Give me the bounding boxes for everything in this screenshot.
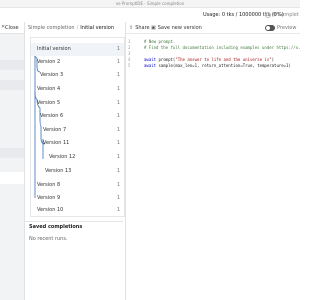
- line-number: 1: [128, 39, 131, 44]
- version-label: Version 12: [49, 154, 76, 160]
- save-version-label: Save new version: [157, 25, 202, 31]
- version-item-initial[interactable]: Initial version 1: [31, 43, 124, 56]
- version-count: 1: [116, 195, 120, 201]
- breadcrumb-separator: /: [76, 25, 79, 31]
- left-panel-row[interactable]: [0, 60, 24, 70]
- version-label: Version 5: [37, 100, 61, 106]
- version-count: 1: [116, 46, 120, 52]
- version-tree: Initial version 1 Version 2 1 Version 3 …: [30, 37, 125, 217]
- version-item[interactable]: Version 9 1: [31, 192, 124, 205]
- save-version-button[interactable]: ▣ Save new version: [151, 25, 202, 31]
- editor-gutter: [126, 34, 138, 300]
- saved-completions-header: Saved completions: [25, 221, 123, 231]
- code-text: ): [271, 57, 275, 62]
- breadcrumb-parent[interactable]: Simple completion: [28, 25, 75, 31]
- left-panel-row[interactable]: [0, 148, 24, 158]
- share-button[interactable]: ⇪ Share: [129, 25, 150, 31]
- save-icon: ▣: [151, 25, 156, 31]
- version-item[interactable]: Version 10 1: [31, 205, 124, 216]
- version-label: Version 11: [43, 140, 70, 146]
- preview-label: Preview: [277, 25, 297, 31]
- code-line-5: await sample(max_len=1, return_attention…: [144, 63, 291, 68]
- version-count: 1: [116, 100, 120, 106]
- breadcrumb-current: Initial version: [80, 25, 114, 31]
- version-label: Initial version: [37, 46, 71, 52]
- version-label: Version 10: [37, 207, 64, 213]
- line-number: 2: [128, 45, 131, 50]
- version-count: 1: [116, 59, 120, 65]
- version-label: Version 4: [37, 86, 61, 92]
- window-title: ve PromptIDE - Simple completion: [115, 1, 185, 6]
- code-line-2: # Find the full documentation including …: [144, 45, 301, 50]
- window-titlebar: ve PromptIDE - Simple completion: [0, 0, 300, 8]
- version-count: 1: [116, 127, 120, 133]
- breadcrumb: Simple completion / Initial version: [25, 22, 123, 34]
- version-label: Version 7: [43, 127, 67, 133]
- close-button[interactable]: ✕ Close: [0, 22, 24, 34]
- line-number: 3: [128, 51, 131, 56]
- status-spinner-icon: [265, 12, 271, 18]
- version-label: Version 2: [37, 59, 61, 65]
- version-count: 1: [116, 72, 120, 78]
- version-item[interactable]: Version 2 1: [31, 56, 124, 69]
- preview-toggle[interactable]: [265, 25, 275, 31]
- code-editor[interactable]: [126, 34, 300, 300]
- usage-indicator: Usage: 0 tks / 1000000 tks (0%): [203, 12, 284, 18]
- completion-status: 0 Complet: [273, 12, 299, 18]
- version-count: 1: [116, 168, 120, 174]
- version-item[interactable]: Version 11 1: [31, 137, 124, 150]
- left-panel: [0, 22, 24, 300]
- version-count: 1: [116, 154, 120, 160]
- code-line-1: # New prompt.: [144, 39, 176, 44]
- panel-divider: [24, 22, 25, 300]
- code-text: sample(max_len=1, return_attention=True,…: [156, 63, 291, 68]
- saved-completions-empty: No recent runs.: [29, 236, 68, 242]
- version-item[interactable]: Version 13 1: [31, 165, 124, 178]
- version-item[interactable]: Version 6 1: [31, 110, 124, 123]
- version-item[interactable]: Version 7 1: [31, 124, 124, 137]
- version-count: 1: [116, 86, 120, 92]
- version-item[interactable]: Version 5 1: [31, 97, 124, 110]
- version-item[interactable]: Version 3 1: [31, 69, 124, 82]
- code-line-4: await prompt("The answer to life and the…: [144, 57, 274, 62]
- code-text: prompt(: [156, 57, 176, 62]
- close-label: Close: [5, 25, 19, 31]
- version-count: 1: [116, 207, 120, 213]
- version-count: 1: [116, 182, 120, 188]
- version-label: Version 13: [45, 168, 72, 174]
- version-item[interactable]: Version 12 1: [31, 151, 124, 164]
- line-number: 4: [128, 57, 131, 62]
- share-label: Share: [135, 25, 150, 31]
- left-panel-row[interactable]: [0, 80, 24, 90]
- version-label: Version 9: [37, 195, 61, 201]
- version-count: 1: [116, 113, 120, 119]
- line-number: 5: [128, 63, 131, 68]
- version-item[interactable]: Version 8 1: [31, 179, 124, 192]
- version-count: 1: [116, 140, 120, 146]
- version-label: Version 6: [40, 113, 64, 119]
- code-string: "The answer to life and the universe is": [175, 57, 272, 62]
- left-panel-row-selected[interactable]: [0, 172, 24, 184]
- share-icon: ⇪: [129, 25, 134, 31]
- version-label: Version 8: [37, 182, 61, 188]
- code-keyword: await: [144, 63, 157, 68]
- top-bar: Usage: 0 tks / 1000000 tks (0%) 0 Comple…: [0, 8, 300, 22]
- version-label: Version 3: [40, 72, 64, 78]
- code-keyword: await: [144, 57, 157, 62]
- version-item[interactable]: Version 4 1: [31, 83, 124, 96]
